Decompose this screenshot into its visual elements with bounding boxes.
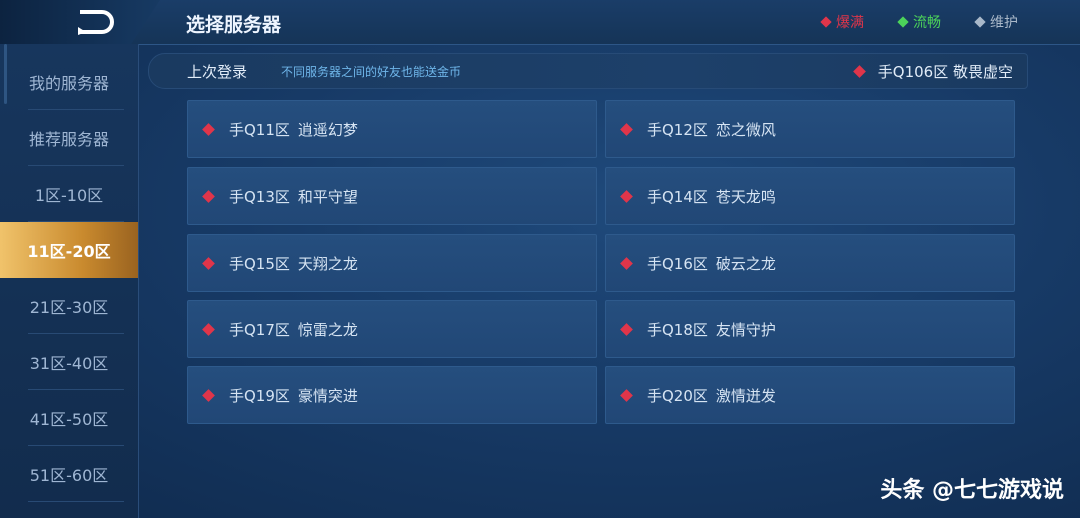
sidebar-item-label: 41区-50区 — [29, 410, 109, 429]
server-code: 手Q13区 — [229, 187, 290, 206]
last-login-note: 不同服务器之间的好友也能送金币 — [281, 65, 462, 79]
server-card[interactable]: 手Q19区 豪情突进 — [187, 366, 597, 424]
server-code: 手Q19区 — [229, 386, 290, 405]
server-code: 手Q20区 — [647, 386, 708, 405]
sidebar-item-21-30[interactable]: 21区-30区 — [0, 278, 138, 334]
server-card[interactable]: 手Q15区 天翔之龙 — [187, 234, 597, 292]
sidebar-item-11-20[interactable]: 11区-20区 — [0, 222, 138, 278]
back-arrow-icon — [78, 10, 114, 35]
server-code: 手Q14区 — [647, 187, 708, 206]
last-login-server[interactable]: 手Q106区 敬畏虚空 — [852, 61, 1013, 82]
last-login-server-label: 手Q106区 敬畏虚空 — [877, 63, 1013, 81]
back-button[interactable] — [0, 0, 160, 44]
server-name: 豪情突进 — [297, 386, 358, 405]
sidebar-item-label: 1区-10区 — [34, 186, 104, 205]
server-name: 激情迸发 — [715, 386, 776, 405]
sidebar-item-41-50[interactable]: 41区-50区 — [0, 390, 138, 446]
server-status-icon — [852, 65, 866, 78]
sidebar-item-my-servers[interactable]: 我的服务器 — [0, 54, 138, 110]
server-status-icon — [620, 322, 633, 336]
server-status-icon — [202, 322, 215, 336]
server-name: 惊雷之龙 — [297, 320, 358, 339]
server-name: 破云之龙 — [715, 254, 776, 273]
server-card[interactable]: 手Q16区 破云之龙 — [605, 234, 1015, 292]
server-status-icon — [620, 256, 633, 270]
server-code: 手Q16区 — [647, 254, 708, 273]
sidebar-item-label: 推荐服务器 — [28, 130, 109, 149]
server-status-icon — [202, 189, 215, 203]
server-card[interactable]: 手Q18区 友情守护 — [605, 300, 1015, 358]
sidebar-item-label: 51区-60区 — [29, 466, 109, 485]
sidebar: 我的服务器 推荐服务器 1区-10区 11区-20区 21区-30区 31区-4… — [0, 44, 139, 518]
server-name: 天翔之龙 — [297, 254, 358, 273]
sidebar-item-label: 31区-40区 — [29, 354, 109, 373]
sidebar-item-label: 11区-20区 — [27, 242, 111, 261]
header-bar: 选择服务器 爆满 流畅 维护 — [0, 0, 1080, 45]
sidebar-item-recommended[interactable]: 推荐服务器 — [0, 110, 138, 166]
server-name: 友情守护 — [715, 320, 776, 339]
sidebar-item-1-10[interactable]: 1区-10区 — [0, 166, 138, 222]
server-card[interactable]: 手Q14区 苍天龙鸣 — [605, 167, 1015, 225]
server-code: 手Q11区 — [229, 120, 290, 139]
server-status-icon — [202, 388, 215, 402]
sidebar-item-label: 21区-30区 — [29, 298, 109, 317]
server-code: 手Q12区 — [647, 120, 708, 139]
diamond-icon — [974, 16, 986, 28]
server-code: 手Q18区 — [647, 320, 708, 339]
legend-maintenance: 维护 — [974, 12, 1018, 32]
server-name: 逍遥幻梦 — [297, 120, 358, 139]
last-login-label: 上次登录 — [187, 63, 248, 81]
server-card[interactable]: 手Q17区 惊雷之龙 — [187, 300, 597, 358]
server-card[interactable]: 手Q20区 激情迸发 — [605, 366, 1015, 424]
sidebar-item-label: 我的服务器 — [28, 74, 109, 93]
server-name: 恋之微风 — [715, 120, 776, 139]
server-status-icon — [202, 122, 215, 136]
server-status-icon — [620, 388, 633, 402]
server-name: 苍天龙鸣 — [715, 187, 776, 206]
diamond-icon — [897, 16, 909, 28]
legend-smooth: 流畅 — [897, 12, 941, 32]
server-card[interactable]: 手Q12区 恋之微风 — [605, 100, 1015, 158]
legend-label: 流畅 — [913, 15, 941, 31]
server-code: 手Q17区 — [229, 320, 290, 339]
sidebar-item-51-60[interactable]: 51区-60区 — [0, 446, 138, 502]
server-name: 和平守望 — [297, 187, 358, 206]
page-title: 选择服务器 — [186, 14, 282, 36]
server-card[interactable]: 手Q13区 和平守望 — [187, 167, 597, 225]
legend-full: 爆满 — [820, 12, 864, 32]
server-status-icon — [202, 256, 215, 270]
server-code: 手Q15区 — [229, 254, 290, 273]
server-card[interactable]: 手Q11区 逍遥幻梦 — [187, 100, 597, 158]
server-status-icon — [620, 122, 633, 136]
sidebar-item-31-40[interactable]: 31区-40区 — [0, 334, 138, 390]
legend-label: 维护 — [990, 15, 1018, 31]
last-login-bar: 上次登录 不同服务器之间的好友也能送金币 手Q106区 敬畏虚空 — [148, 53, 1028, 89]
diamond-icon — [820, 16, 832, 28]
watermark: 头条 @七七游戏说 — [880, 478, 1064, 503]
server-status-icon — [620, 189, 633, 203]
legend-label: 爆满 — [836, 15, 864, 31]
